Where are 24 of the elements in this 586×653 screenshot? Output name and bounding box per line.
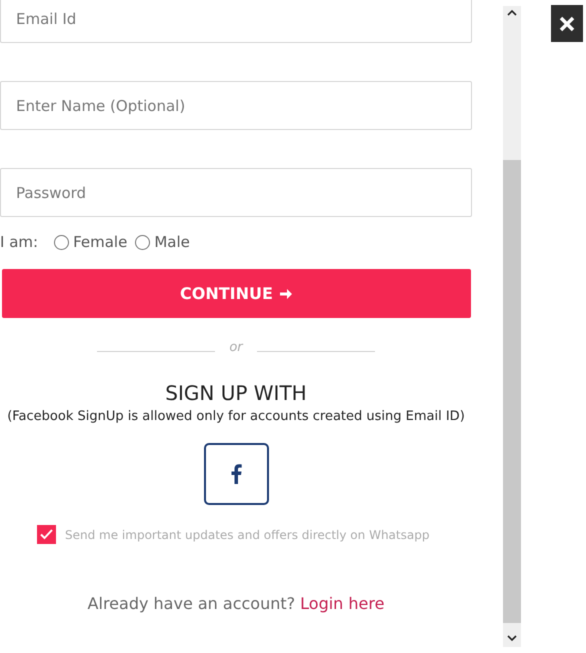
close-icon [559,16,575,32]
input-field[interactable]: Password [0,168,472,217]
radio-button[interactable] [54,234,70,250]
or-divider-label: or [229,340,243,355]
input-field[interactable]: Enter Name (Optional) [0,81,472,130]
checkbox[interactable] [37,525,56,544]
checkbox-label: Send me important updates and offers directly on Whatsapp [65,528,430,542]
radio-button[interactable] [135,234,150,250]
login-prompt: Already have an account? [88,594,296,613]
gender-label: I am: [0,233,38,251]
continue-button[interactable]: CONTINUE [2,269,471,318]
facebook-icon [230,464,242,484]
signup-title: SIGN UP WITH [164,381,308,405]
radio-label: Female [73,233,128,251]
chevron-up-icon[interactable] [506,8,518,18]
arrow-right-icon [278,286,293,300]
radio-label: Male [154,233,190,251]
signup-note: (Facebook SignUp is allowed only for accounts created using Email ID) [6,409,466,424]
login-link[interactable]: Login here [300,594,384,613]
facebook-button[interactable] [204,443,268,505]
close-button[interactable] [551,5,583,42]
chevron-down-icon[interactable] [506,633,518,643]
input-field[interactable]: Email Id [0,0,472,43]
scrollbar[interactable] [503,6,521,647]
